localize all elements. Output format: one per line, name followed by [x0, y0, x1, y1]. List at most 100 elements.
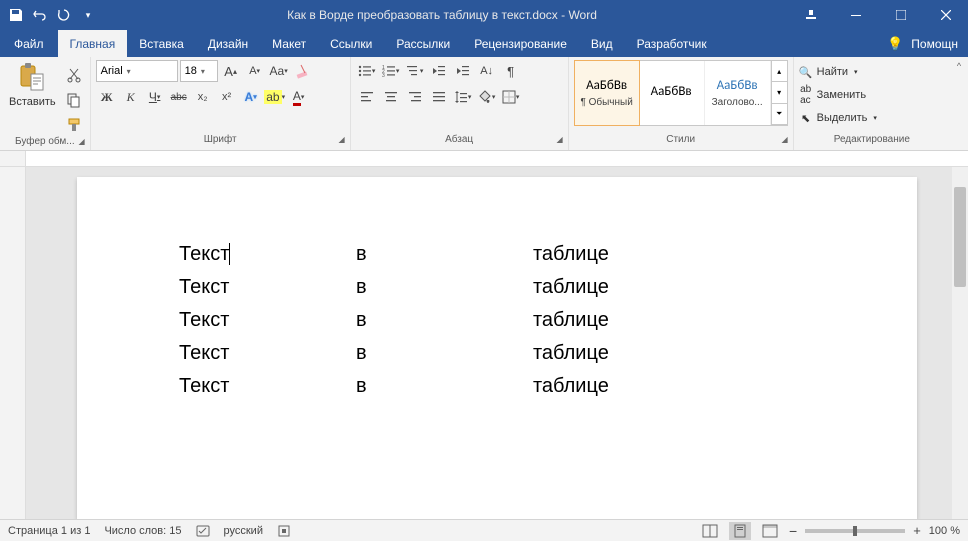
change-case-icon[interactable]: Aa▾ — [268, 60, 290, 82]
font-size-value: 18 — [185, 65, 197, 77]
find-button[interactable]: 🔍Найти▾ — [799, 62, 877, 82]
sort-icon[interactable]: A↓ — [476, 60, 498, 82]
ruler-horizontal[interactable] — [0, 151, 968, 167]
proofing-icon[interactable] — [196, 524, 210, 538]
group-paragraph-label: Абзац — [445, 134, 473, 145]
group-paragraph: ▾ 123▾ ▾ A↓ ¶ ▾ ▾ ▾ Абзац ◢ — [351, 57, 569, 150]
styles-launcher-icon[interactable]: ◢ — [781, 135, 787, 144]
copy-icon[interactable] — [63, 89, 85, 111]
read-mode-icon[interactable] — [699, 522, 721, 540]
increase-indent-icon[interactable] — [452, 60, 474, 82]
group-editing: 🔍Найти▾ abacЗаменить ⬉Выделить▾ Редактир… — [794, 57, 950, 150]
maximize-icon[interactable] — [878, 0, 923, 30]
font-size-combo[interactable]: 18▾ — [180, 60, 218, 82]
font-launcher-icon[interactable]: ◢ — [338, 135, 344, 144]
paragraph-launcher-icon[interactable]: ◢ — [556, 135, 562, 144]
tab-file[interactable]: Файл — [0, 30, 58, 57]
font-name-combo[interactable]: Arial▾ — [96, 60, 178, 82]
justify-icon[interactable] — [428, 86, 450, 108]
shrink-font-icon[interactable]: A▾ — [244, 60, 266, 82]
styles-more-icon[interactable]: ⏷ — [772, 104, 787, 125]
paste-label: Вставить — [9, 96, 56, 108]
numbering-icon[interactable]: 123▾ — [380, 60, 402, 82]
replace-icon: abac — [799, 84, 813, 106]
replace-button[interactable]: abacЗаменить — [799, 85, 877, 105]
strikethrough-button[interactable]: abc — [168, 86, 190, 108]
tell-me-icon[interactable]: 💡 — [887, 36, 903, 52]
style-normal[interactable]: АаБбВв ¶ Обычный — [574, 60, 640, 126]
ruler-vertical[interactable] — [0, 167, 26, 519]
save-icon[interactable] — [8, 7, 24, 23]
tab-insert[interactable]: Вставка — [127, 30, 196, 57]
cut-icon[interactable] — [63, 64, 85, 86]
zoom-level[interactable]: 100 % — [929, 525, 960, 537]
collapse-ribbon-icon[interactable]: ^ — [950, 57, 968, 150]
cell-text: таблице — [533, 239, 708, 270]
tab-layout[interactable]: Макет — [260, 30, 318, 57]
macro-record-icon[interactable] — [277, 524, 291, 538]
style-preview: АаБбВв — [651, 84, 692, 99]
align-right-icon[interactable] — [404, 86, 426, 108]
bullets-icon[interactable]: ▾ — [356, 60, 378, 82]
cell-text: таблице — [533, 305, 708, 336]
vertical-scrollbar[interactable] — [952, 167, 968, 519]
grow-font-icon[interactable]: A▴ — [220, 60, 242, 82]
select-button[interactable]: ⬉Выделить▾ — [799, 108, 877, 128]
cell-text: в — [356, 239, 531, 270]
status-word-count[interactable]: Число слов: 15 — [104, 525, 181, 537]
status-page[interactable]: Страница 1 из 1 — [8, 525, 90, 537]
tab-review[interactable]: Рецензирование — [462, 30, 579, 57]
tab-developer[interactable]: Разработчик — [625, 30, 719, 57]
ribbon-options-icon[interactable] — [788, 0, 833, 30]
zoom-in-button[interactable]: + — [913, 523, 921, 538]
align-left-icon[interactable] — [356, 86, 378, 108]
clipboard-launcher-icon[interactable]: ◢ — [78, 137, 84, 146]
zoom-slider[interactable] — [805, 529, 905, 533]
multilevel-list-icon[interactable]: ▾ — [404, 60, 426, 82]
superscript-button[interactable]: x² — [216, 86, 238, 108]
qat-customize-icon[interactable]: ▾ — [80, 7, 96, 23]
underline-button[interactable]: Ч▾ — [144, 86, 166, 108]
status-language[interactable]: русский — [224, 525, 263, 537]
italic-button[interactable]: К — [120, 86, 142, 108]
show-marks-icon[interactable]: ¶ — [500, 60, 522, 82]
zoom-out-button[interactable]: − — [789, 523, 797, 539]
document-page[interactable]: Текствтаблице Текствтаблице Текствтаблиц… — [77, 177, 917, 519]
tab-design[interactable]: Дизайн — [196, 30, 260, 57]
web-layout-icon[interactable] — [759, 522, 781, 540]
tell-me-label[interactable]: Помощн — [911, 37, 958, 51]
styles-up-icon[interactable]: ▴ — [772, 61, 787, 82]
text-effects-icon[interactable]: A▾ — [240, 86, 262, 108]
subscript-button[interactable]: x₂ — [192, 86, 214, 108]
align-center-icon[interactable] — [380, 86, 402, 108]
font-color-icon[interactable]: A▾ — [288, 86, 310, 108]
bold-button[interactable]: Ж — [96, 86, 118, 108]
redo-icon[interactable] — [56, 7, 72, 23]
decrease-indent-icon[interactable] — [428, 60, 450, 82]
shading-icon[interactable]: ▾ — [476, 86, 498, 108]
cell-text: Текст — [179, 243, 230, 265]
tab-references[interactable]: Ссылки — [318, 30, 384, 57]
style-no-spacing[interactable]: АаБбВв — [639, 61, 705, 125]
group-styles-label: Стили — [666, 134, 695, 145]
format-painter-icon[interactable] — [63, 114, 85, 136]
highlight-icon[interactable]: ab▾ — [264, 86, 286, 108]
tab-view[interactable]: Вид — [579, 30, 625, 57]
table-row: Текствтаблице — [179, 338, 708, 369]
minimize-icon[interactable] — [833, 0, 878, 30]
select-label: Выделить — [817, 112, 868, 124]
borders-icon[interactable]: ▾ — [500, 86, 522, 108]
styles-gallery[interactable]: АаБбВв ¶ Обычный АаБбВв АаБбВв Заголово.… — [574, 60, 788, 126]
line-spacing-icon[interactable]: ▾ — [452, 86, 474, 108]
undo-icon[interactable] — [32, 7, 48, 23]
paste-button[interactable]: Вставить — [5, 60, 60, 110]
paste-icon — [16, 62, 48, 94]
tab-mailings[interactable]: Рассылки — [384, 30, 462, 57]
clear-formatting-icon[interactable] — [292, 60, 314, 82]
style-heading[interactable]: АаБбВв Заголово... — [705, 61, 771, 125]
tab-home[interactable]: Главная — [58, 30, 128, 57]
group-editing-label: Редактирование — [834, 134, 910, 145]
print-layout-icon[interactable] — [729, 522, 751, 540]
styles-down-icon[interactable]: ▾ — [772, 82, 787, 103]
close-icon[interactable] — [923, 0, 968, 30]
